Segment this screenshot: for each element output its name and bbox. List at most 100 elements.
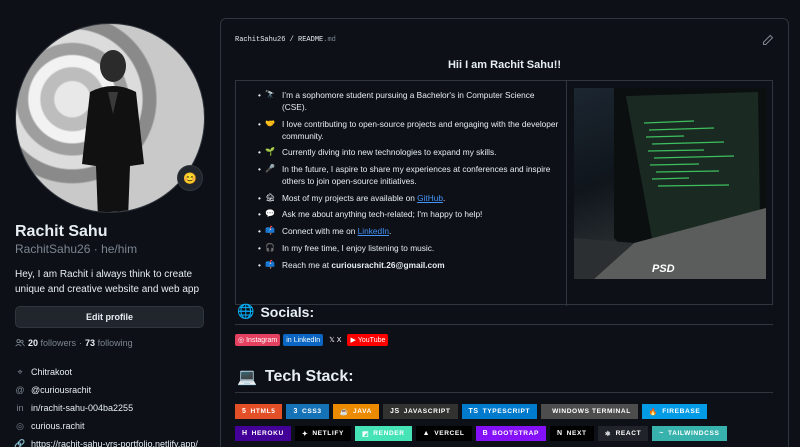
- tech-logo-icon: TS: [468, 408, 479, 415]
- edit-profile-button[interactable]: Edit profile: [15, 306, 204, 328]
- tech-title: Tech Stack:: [264, 368, 354, 385]
- social-badge-label: LinkedIn: [293, 336, 321, 344]
- person-silhouette: [82, 50, 144, 212]
- profile-pronouns: he/him: [101, 242, 138, 256]
- tech-logo-icon: 5: [242, 408, 247, 415]
- bullet-emoji-icon: 🎧: [265, 242, 275, 252]
- tech-logo-icon: ⚛: [604, 430, 612, 438]
- social-badge-label: X: [336, 336, 342, 344]
- tech-badges-row-1: 5 HTML5 3 CSS3 ☕ JAVA JS JAVASCRIPT TS TYPESCRIPT…: [235, 404, 708, 419]
- profile-detail-text: Chitrakoot: [31, 367, 73, 377]
- tech-badge: ☕ JAVA: [332, 404, 379, 419]
- tech-badge-label: HEROKU: [251, 430, 284, 437]
- profile-detail-text: in/rachit-sahu-004ba2255: [31, 403, 134, 413]
- socials-heading: 🌐 Socials:: [237, 303, 314, 320]
- tech-badge-label: TAILWINDCSS: [667, 430, 720, 437]
- profile-details: ⌖ Chitrakoot @ @curiousrachit in in/rachit-sa…: [14, 363, 198, 447]
- social-badge-label: YouTube: [357, 336, 386, 344]
- bullet-emoji-icon: 💬: [265, 209, 275, 219]
- social-badge-youtube[interactable]: ▶ YouTube: [347, 334, 389, 346]
- list-item: 🏚 Most of my projects are available on Gi…: [244, 192, 560, 204]
- profile-sidebar: 😊 Rachit Sahu RachitSahu26 · he/him Hey,…: [0, 0, 212, 447]
- bullet-text-end: .: [389, 226, 392, 237]
- following-link[interactable]: 73 following: [85, 338, 133, 348]
- breadcrumb-user[interactable]: RachitSahu26: [235, 36, 285, 44]
- tech-badge: ✦ NETLIFY: [294, 426, 351, 441]
- location-icon: ⌖: [17, 366, 23, 377]
- profile-detail[interactable]: 🔗 https://rachit-sahu-vrs-portfolio.netli…: [14, 435, 198, 447]
- profile-login: RachitSahu26: [15, 242, 91, 256]
- list-item: 🔭 I’m a sophomore student pursuing a Bach…: [244, 89, 560, 113]
- profile-detail-text: https://rachit-sahu-vrs-portfolio.netlif…: [31, 439, 198, 447]
- tech-logo-icon: ☕: [339, 408, 349, 416]
- tech-badge: TS TYPESCRIPT: [461, 404, 538, 419]
- people-icon: [15, 339, 25, 347]
- login-separator: ·: [93, 242, 98, 256]
- followers-count: 20: [28, 338, 39, 348]
- tech-logo-icon: ◩: [362, 430, 370, 438]
- tech-badge-label: CSS3: [301, 408, 322, 415]
- tech-badge-label: NEXT: [566, 430, 587, 437]
- tech-logo-icon: ✦: [301, 430, 309, 438]
- tech-logo-icon: 🔥: [648, 408, 659, 416]
- tech-logo-icon: H: [242, 430, 248, 437]
- pencil-icon[interactable]: [762, 34, 774, 46]
- social-badge-instagram[interactable]: ◎ Instagram: [235, 334, 281, 346]
- breadcrumb-ext: .md: [323, 36, 336, 44]
- intro-list: 🔭 I’m a sophomore student pursuing a Bach…: [244, 89, 560, 275]
- status-emoji[interactable]: 😊: [177, 165, 203, 191]
- profile-detail: ⌖ Chitrakoot: [15, 363, 198, 381]
- tech-badge: WINDOWS TERMINAL: [541, 404, 638, 419]
- tech-badge: H HEROKU: [235, 426, 291, 441]
- x-icon: 𝕏: [329, 337, 335, 344]
- tech-logo-icon: ~: [659, 430, 664, 437]
- laptop-emoji-icon: 💻: [237, 369, 257, 386]
- profile-detail[interactable]: ◎ curious.rachit: [15, 417, 198, 435]
- tech-badge: ▲ VERCEL: [415, 426, 472, 441]
- linkedin-icon: in: [16, 403, 24, 413]
- tech-badge-label: HTML5: [250, 408, 276, 415]
- social-badge-label: Instagram: [246, 336, 278, 344]
- tech-badge: N NEXT: [550, 426, 594, 441]
- tech-logo-icon: ▲: [422, 430, 431, 437]
- tech-badge-label: VERCEL: [434, 430, 465, 437]
- profile-detail-text: curious.rachit: [31, 421, 85, 431]
- bullet-link[interactable]: GitHub: [417, 193, 443, 203]
- bullet-text: Reach me at: [282, 259, 332, 270]
- breadcrumb: RachitSahu26 / README.md: [235, 36, 336, 44]
- tech-divider: [235, 392, 773, 393]
- tech-badges-row-2: H HEROKU ✦ NETLIFY ◩ RENDER ▲ VERCEL B BOOTSTRAP N…: [235, 426, 727, 441]
- tech-badge: 5 HTML5: [235, 404, 283, 419]
- followers-link[interactable]: 20 followers: [28, 338, 76, 348]
- bullet-link[interactable]: LinkedIn: [358, 226, 389, 236]
- list-item: 📫 Reach me at curiousrachit.26@gmail.com: [244, 259, 560, 271]
- instagram-icon: ◎: [16, 420, 24, 431]
- bullet-text: I’m a sophomore student pursuing a Bache…: [282, 90, 535, 112]
- tech-badge-label: BOOTSTRAP: [492, 430, 540, 437]
- breadcrumb-separator: /: [285, 36, 299, 44]
- image-watermark: PSD: [652, 263, 675, 275]
- tech-logo-icon: B: [482, 430, 489, 437]
- bullet-emoji-icon: 🏚: [265, 192, 276, 202]
- socials-title: Socials:: [260, 303, 315, 320]
- social-badge-x[interactable]: 𝕏X: [326, 334, 345, 346]
- following-count: 73: [85, 338, 96, 348]
- list-item: 🎧 In my free time, I enjoy listening to m…: [244, 242, 560, 254]
- readme-heading: Hii I am Rachit Sahu!!: [447, 59, 562, 71]
- linkedin-icon: in: [286, 336, 292, 344]
- bullet-text-end: .: [442, 192, 446, 203]
- profile-detail[interactable]: @ @curiousrachit: [15, 381, 198, 399]
- bullet-emoji-icon: 🤝: [265, 118, 275, 128]
- at-icon: @: [15, 385, 25, 395]
- bullet-emoji-icon: 📫: [265, 259, 275, 269]
- avatar[interactable]: [15, 23, 205, 213]
- bullet-emoji-icon: 🔭: [265, 90, 275, 99]
- bullet-text: Connect with me on: [282, 226, 358, 237]
- tech-badge: ⚛ REACT: [597, 426, 649, 441]
- profile-detail[interactable]: in in/rachit-sahu-004ba2255: [15, 399, 198, 417]
- social-badge-linkedin[interactable]: in LinkedIn: [283, 334, 324, 346]
- profile-detail-text: @curiousrachit: [31, 385, 92, 395]
- bullet-text: Currently diving into new technologies t…: [282, 147, 497, 158]
- bullet-text: Ask me about anything tech-related; I'm …: [282, 209, 483, 220]
- following-label: following: [97, 338, 133, 348]
